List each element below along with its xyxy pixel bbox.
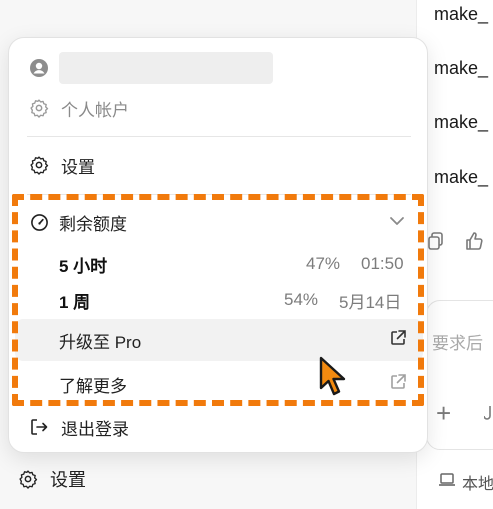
- gear-icon: [18, 469, 38, 489]
- personal-account-label: 个人帐户: [61, 100, 129, 120]
- settings-item[interactable]: 设置: [9, 149, 429, 181]
- account-row: [9, 52, 429, 84]
- mouse-cursor-icon: [318, 356, 348, 403]
- local-label: 本地: [462, 476, 493, 493]
- sidebar-settings-button[interactable]: 设置: [18, 466, 86, 492]
- laptop-icon: [438, 472, 456, 492]
- prompt-input-placeholder[interactable]: 要求后: [432, 329, 493, 354]
- gear-icon: [29, 155, 49, 175]
- list-item[interactable]: make_: [434, 112, 493, 133]
- account-email-redacted: [59, 52, 273, 84]
- annotation-dashed-box: [12, 194, 424, 406]
- attachment-icon[interactable]: [483, 404, 493, 429]
- divider: [27, 136, 411, 137]
- thumbs-up-icon[interactable]: [464, 231, 484, 256]
- personal-account-item[interactable]: 个人帐户: [9, 93, 429, 123]
- list-item[interactable]: make_: [434, 167, 493, 188]
- user-avatar-icon: [29, 58, 49, 78]
- logout-item[interactable]: 退出登录: [9, 411, 429, 443]
- list-item[interactable]: make_: [434, 58, 493, 79]
- settings-label: 设置: [61, 157, 95, 177]
- gear-icon: [29, 98, 49, 118]
- list-item[interactable]: make_: [434, 4, 493, 25]
- plus-icon[interactable]: +: [436, 400, 451, 426]
- local-mode[interactable]: 本地: [438, 470, 493, 494]
- copy-icon[interactable]: [428, 232, 444, 255]
- logout-label: 退出登录: [61, 419, 129, 439]
- sidebar-settings-label: 设置: [50, 470, 86, 490]
- logout-icon: [29, 417, 49, 437]
